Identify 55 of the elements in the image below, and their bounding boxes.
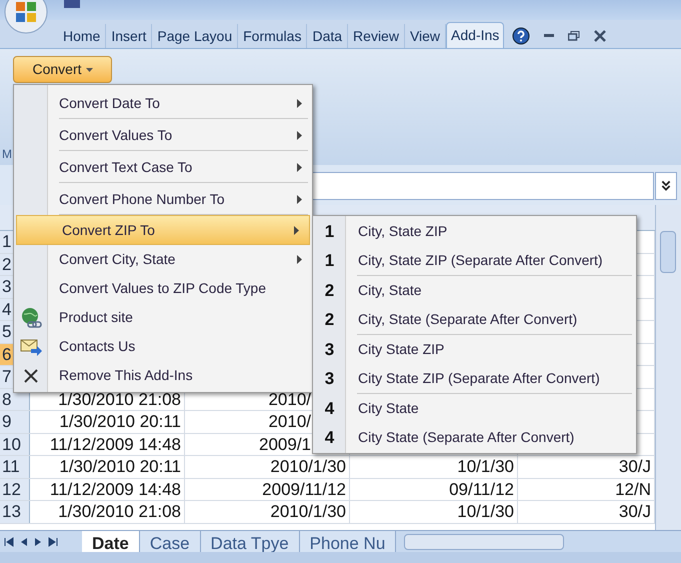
submenu-item[interactable]: 1 City, State ZIP [313,217,636,246]
table-cell: 1/30/2010 20:11 [30,411,185,432]
sheet-tab[interactable]: Case [140,531,201,552]
table-cell: 10/1/30 [350,501,518,522]
submenu-arrow-icon [297,255,302,264]
submenu-arrow-icon [294,226,299,234]
group-label: M [2,146,12,163]
table-cell: 1/30/2010 21:08 [30,501,185,522]
next-sheet-icon[interactable] [34,536,42,546]
submenu-item[interactable]: 1 City, State ZIP (Separate After Convert) [313,246,636,275]
menu-item[interactable]: Convert ZIP To [16,215,310,245]
sheet-tab[interactable]: Phone Nu [300,531,396,552]
sheet-tab[interactable]: Date [82,531,140,552]
menu-item[interactable]: Convert Text Case To [14,151,312,183]
submenu-arrow-icon [297,162,302,172]
vertical-scrollbar[interactable] [655,205,681,530]
horizontal-scrollbar[interactable] [404,534,564,550]
convert-button[interactable]: Convert [13,56,112,83]
help-icon[interactable] [512,27,530,45]
ribbon-tab[interactable]: Add-Ins [446,22,504,48]
last-sheet-icon[interactable] [48,536,58,546]
menu-item[interactable]: Convert Date To [14,87,312,119]
submenu-arrow-icon [297,194,302,204]
office-logo-icon[interactable] [4,0,48,34]
table-cell: 09/11/12 [350,478,518,500]
globe-link-icon [20,306,42,328]
mail-arrow-icon [20,336,42,356]
table-cell: 10/1/30 [350,456,518,478]
submenu-item[interactable]: 2 City, State (Separate After Convert) [313,305,636,334]
remove-icon [23,368,39,384]
table-cell: 11/12/2009 14:48 [30,434,185,455]
expand-icon[interactable] [655,172,677,200]
menu-item[interactable]: Convert Values To [14,119,312,151]
table-cell: 2009/11/12 [185,478,350,500]
row-number: 9 [0,411,30,432]
table-cell: 1/30/2010 20:11 [30,456,185,478]
row-number: 13 [0,501,30,522]
close-icon[interactable] [594,30,606,42]
caret-icon [86,68,93,72]
first-sheet-icon[interactable] [4,536,14,546]
row-number: 12 [0,478,30,500]
table-cell: 11/12/2009 14:48 [30,478,185,500]
table-cell: 2010/1/30 [185,501,350,522]
minimize-icon[interactable] [544,34,554,38]
submenu-item[interactable]: 2 City, State [313,276,636,305]
menu-item[interactable]: Convert Phone Number To [14,183,312,215]
table-cell: 2010/1/30 [185,456,350,478]
submenu-arrow-icon [297,130,302,140]
submenu-item[interactable]: 3 City State ZIP [313,335,636,364]
previous-sheet-icon[interactable] [20,536,28,546]
row-number: 11 [0,456,30,478]
scroll-thumb[interactable] [660,231,676,273]
row-number: 10 [0,434,30,455]
restore-icon[interactable] [568,31,580,41]
submenu-arrow-icon [297,98,302,108]
